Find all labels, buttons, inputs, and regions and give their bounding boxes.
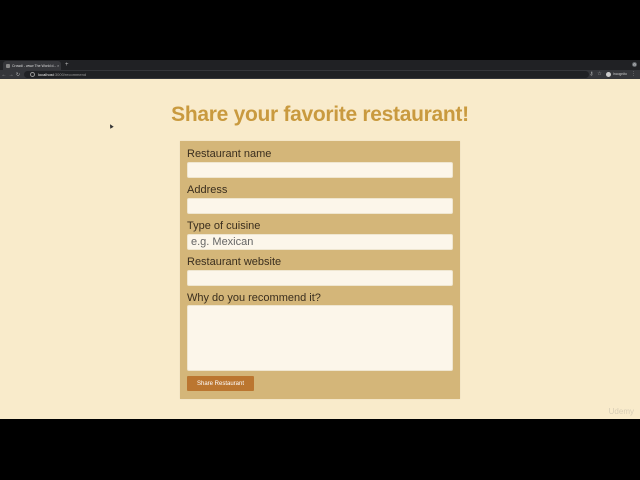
- settings-icon[interactable]: ⚙: [632, 62, 637, 67]
- toolbar-actions: ⚷ ☆ Incognito ⋮: [590, 71, 636, 77]
- browser-toolbar: ← → ↻ localhost :3000/recommend ⚷ ☆ Inco…: [0, 70, 640, 79]
- close-icon[interactable]: ×: [57, 63, 59, 68]
- profile-label: Incognito: [612, 72, 627, 76]
- tab-title: Crowdi - www The World d...: [12, 63, 56, 68]
- watermark: Udemy: [608, 407, 634, 416]
- avatar: [605, 71, 611, 77]
- menu-icon[interactable]: ⋮: [631, 71, 636, 77]
- url-path: :3000/recommend: [53, 72, 87, 77]
- lock-icon: [30, 72, 35, 77]
- back-icon[interactable]: ←: [1, 72, 7, 78]
- restaurant-form: Restaurant name Address Type of cuisine …: [180, 141, 460, 399]
- key-icon[interactable]: ⚷: [590, 71, 594, 77]
- page-viewport: Share your favorite restaurant! Restaura…: [0, 79, 640, 419]
- share-restaurant-button[interactable]: Share Restaurant: [187, 376, 254, 391]
- star-icon[interactable]: ☆: [597, 71, 601, 77]
- new-tab-icon[interactable]: +: [65, 61, 69, 69]
- restaurant-name-label: Restaurant name: [187, 148, 272, 160]
- website-label: Restaurant website: [187, 256, 282, 268]
- url-host: localhost: [38, 72, 54, 77]
- cuisine-input[interactable]: [187, 234, 453, 250]
- browser-tab[interactable]: Crowdi - www The World d... ×: [3, 61, 61, 70]
- recommend-label: Why do you recommend it?: [187, 292, 321, 304]
- profile-button[interactable]: Incognito: [605, 71, 627, 77]
- restaurant-name-input[interactable]: [187, 162, 453, 178]
- reload-icon[interactable]: ↻: [15, 72, 21, 78]
- address-bar[interactable]: localhost :3000/recommend: [24, 71, 589, 78]
- page-title: Share your favorite restaurant!: [171, 103, 469, 126]
- cuisine-label: Type of cuisine: [187, 220, 261, 232]
- browser-tab-bar: Crowdi - www The World d... × + ⚙: [0, 60, 640, 70]
- recommend-textarea[interactable]: [187, 305, 453, 371]
- website-input[interactable]: [187, 270, 453, 286]
- forward-icon[interactable]: →: [8, 72, 14, 78]
- address-input[interactable]: [187, 198, 453, 214]
- address-label: Address: [187, 184, 228, 196]
- favicon-icon: [6, 63, 10, 68]
